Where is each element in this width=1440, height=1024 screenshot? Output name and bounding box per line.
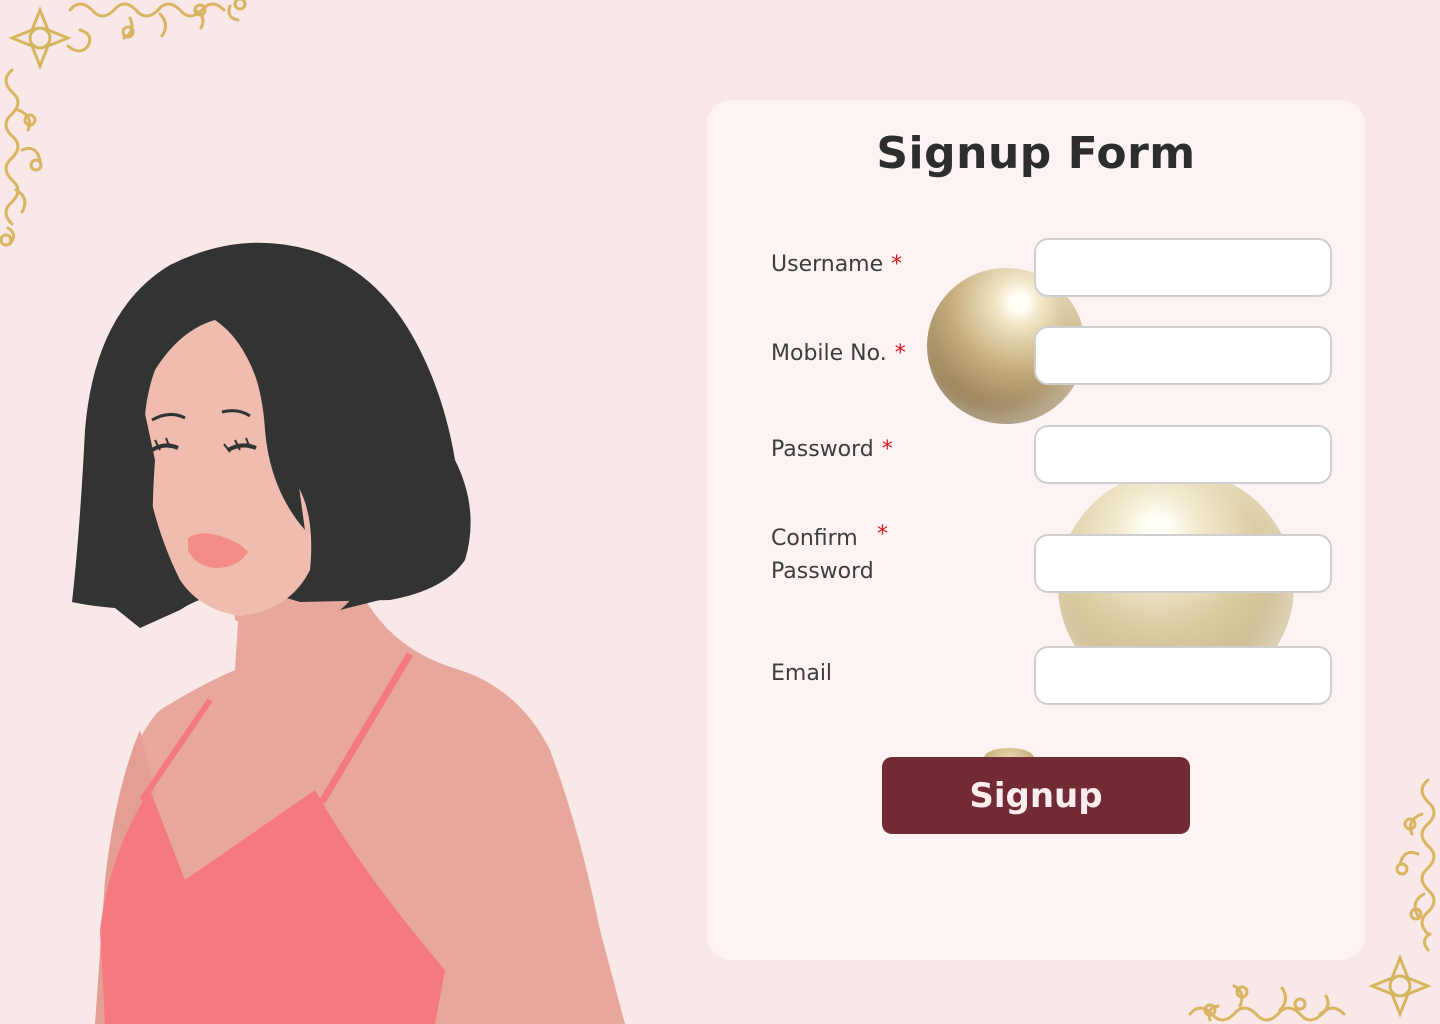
username-input[interactable] <box>1034 238 1332 297</box>
username-label-text: Username <box>771 252 884 277</box>
password-label: Password * <box>771 433 893 466</box>
woman-portrait-illustration <box>72 242 625 1024</box>
confirm-password-label-line2: Password <box>771 559 874 584</box>
email-input[interactable] <box>1034 646 1332 705</box>
confirm-password-input[interactable] <box>1034 534 1332 593</box>
confirm-password-label: Confirm Password * <box>771 522 911 588</box>
signup-button[interactable]: Signup <box>882 757 1190 834</box>
gold-filigree-ornament-top-left <box>0 0 247 247</box>
password-input[interactable] <box>1034 425 1332 484</box>
mobile-input[interactable] <box>1034 326 1332 385</box>
email-label: Email <box>771 657 832 690</box>
email-label-text: Email <box>771 661 833 686</box>
required-marker: * <box>894 341 906 366</box>
confirm-password-label-line1: Confirm <box>771 526 858 551</box>
required-marker: * <box>877 522 888 547</box>
signup-page: Signup Form Username * Mobile No. * Passwo… <box>0 0 1440 1024</box>
username-label: Username * <box>771 248 902 281</box>
mobile-label-text: Mobile No. <box>771 341 887 366</box>
required-marker: * <box>891 252 903 277</box>
form-title: Signup Form <box>876 128 1196 179</box>
password-label-text: Password <box>771 437 874 462</box>
mobile-label: Mobile No. * <box>771 337 906 370</box>
required-marker: * <box>881 437 893 462</box>
